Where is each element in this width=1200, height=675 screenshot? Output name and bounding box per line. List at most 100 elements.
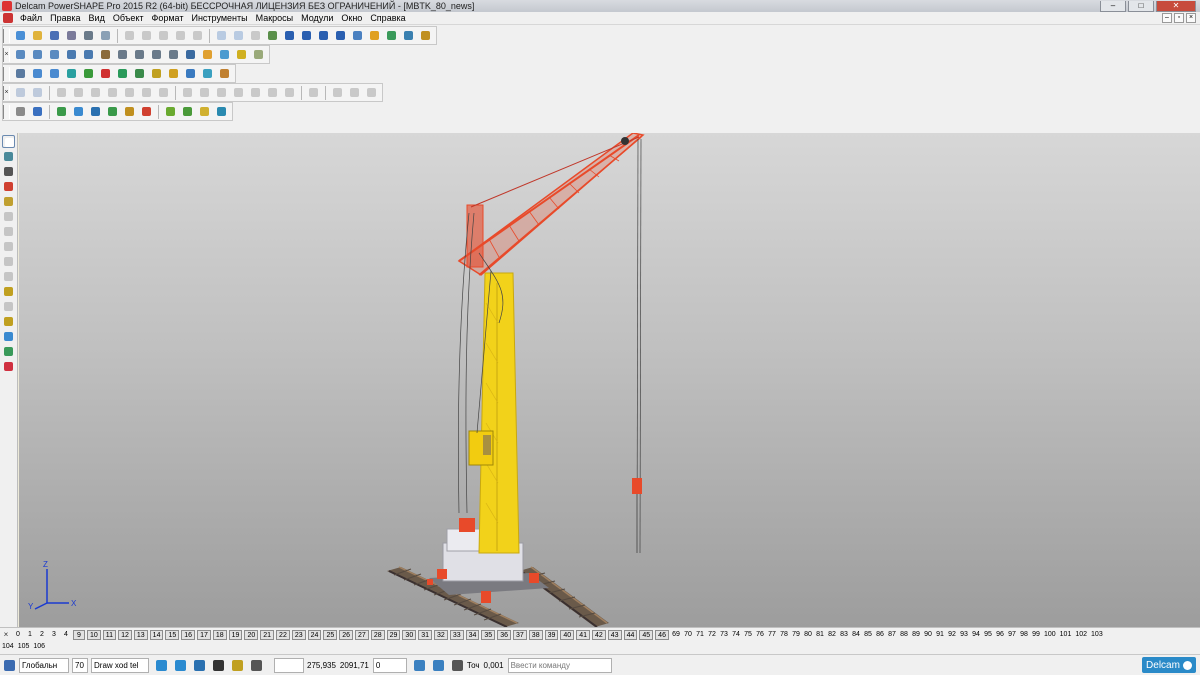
level-button[interactable]: 81 [814,630,826,640]
surface-merge-icon[interactable] [156,85,171,100]
level-button[interactable]: 83 [838,630,850,640]
coordinate-z[interactable]: 0 [372,657,407,673]
level-button[interactable]: 31 [418,629,433,640]
view-top-icon[interactable] [13,47,28,62]
select-icon[interactable] [265,28,280,43]
component-icon[interactable] [13,104,28,119]
level-button[interactable]: 14 [149,629,164,640]
level-button[interactable]: 86 [874,630,886,640]
line-icon[interactable] [282,28,297,43]
level-button[interactable]: 71 [694,630,706,640]
grid-icon[interactable] [249,658,264,673]
level-button[interactable]: 25 [323,629,338,640]
text-icon[interactable] [350,28,365,43]
toggle-icon[interactable] [450,658,465,673]
surface-split-icon[interactable] [139,85,154,100]
solid-torus-icon[interactable] [81,66,96,81]
level-button[interactable]: 45 [639,629,654,640]
solid-sweep-icon[interactable] [132,66,147,81]
menu-help[interactable]: Справка [366,13,409,23]
measure-icon[interactable] [2,195,15,208]
menu-tools[interactable]: Инструменты [187,13,251,23]
toolbar-close-icon[interactable]: × [3,85,10,100]
level-button[interactable]: 75 [742,630,754,640]
level-button[interactable]: 105 [16,642,32,652]
mesh-icon[interactable] [401,28,416,43]
menu-macros[interactable]: Макросы [252,13,298,23]
polyline-icon[interactable] [299,28,314,43]
repeat-icon[interactable] [248,28,263,43]
level-button[interactable]: 0 [12,630,24,640]
paste-icon[interactable] [156,28,171,43]
level-button[interactable]: 35 [481,629,496,640]
view-iso2-icon[interactable] [81,47,96,62]
toolbar-grip[interactable] [3,66,10,81]
menu-view[interactable]: Вид [85,13,109,23]
assembly-analysis-icon[interactable] [214,104,229,119]
surface-mirror-icon[interactable] [231,85,246,100]
level-button[interactable]: 39 [544,629,559,640]
surface-check-icon[interactable] [347,85,362,100]
level-button[interactable]: 2 [36,630,48,640]
toolbar-grip[interactable] [3,28,10,43]
snap-mode-icon[interactable] [173,658,188,673]
surface-project-icon[interactable] [197,85,212,100]
level-button[interactable]: 90 [922,630,934,640]
surface-icon[interactable] [367,28,382,43]
view-right-icon[interactable] [47,47,62,62]
assembly-align-icon[interactable] [105,104,120,119]
surface-copy-icon[interactable] [282,85,297,100]
level-button[interactable]: 29 [386,629,401,640]
copy-object-icon[interactable] [2,330,15,343]
level-button[interactable]: 106 [31,642,47,652]
levels-close-icon[interactable]: × [0,630,12,639]
level-button[interactable]: 41 [576,629,590,640]
assembly-add-icon[interactable] [54,104,69,119]
assembly-clash-icon[interactable] [139,104,154,119]
graphics-viewport[interactable]: Z X Y [19,133,1200,627]
surface-offset-icon[interactable] [71,85,86,100]
solid-history-icon[interactable] [183,66,198,81]
level-button[interactable]: 80 [802,630,814,640]
transform-icon[interactable] [30,104,45,119]
select-filter-icon[interactable] [211,658,226,673]
level-button[interactable]: 87 [886,630,898,640]
solid-boolean-icon[interactable] [149,66,164,81]
level-button[interactable]: 69 [670,630,682,640]
light-icon[interactable] [234,47,249,62]
level-button[interactable]: 3 [48,630,60,640]
level-button[interactable]: 26 [339,629,354,640]
solid-feature-icon[interactable] [166,66,181,81]
level-button[interactable]: 21 [260,629,275,640]
scale-icon[interactable] [2,315,15,328]
surface-trim-icon[interactable] [30,85,45,100]
level-button[interactable]: 43 [607,629,622,640]
workplane-icon[interactable] [2,165,15,178]
surface-wrap-icon[interactable] [214,85,229,100]
level-name-select[interactable]: Draw xod tel [91,657,149,673]
assembly-explode-icon[interactable] [122,104,137,119]
blank-field[interactable] [274,657,304,673]
surface-analyse-icon[interactable] [306,85,321,100]
offset-icon[interactable] [2,255,15,268]
surface-repair-icon[interactable] [330,85,345,100]
menu-file[interactable]: Файл [16,13,46,23]
assembly-bom-icon[interactable] [197,104,212,119]
level-button[interactable]: 98 [1018,630,1030,640]
zoom-icon[interactable] [115,47,130,62]
level-button[interactable]: 89 [910,630,922,640]
new-file-icon[interactable] [13,28,28,43]
delete-object-icon[interactable] [2,360,15,373]
level-button[interactable]: 30 [402,629,417,640]
level-button[interactable]: 32 [434,629,448,640]
level-button[interactable]: 22 [276,629,290,640]
view-iso-icon[interactable] [64,47,79,62]
level-button[interactable]: 1 [24,630,36,640]
properties-icon[interactable] [431,658,446,673]
level-button[interactable]: 42 [591,629,606,640]
level-button[interactable]: 28 [370,629,385,640]
level-number-field[interactable]: 70 [72,657,88,673]
level-button[interactable]: 46 [655,629,669,640]
zoom-selected-icon[interactable] [166,47,181,62]
toolbar-grip[interactable] [3,104,10,119]
